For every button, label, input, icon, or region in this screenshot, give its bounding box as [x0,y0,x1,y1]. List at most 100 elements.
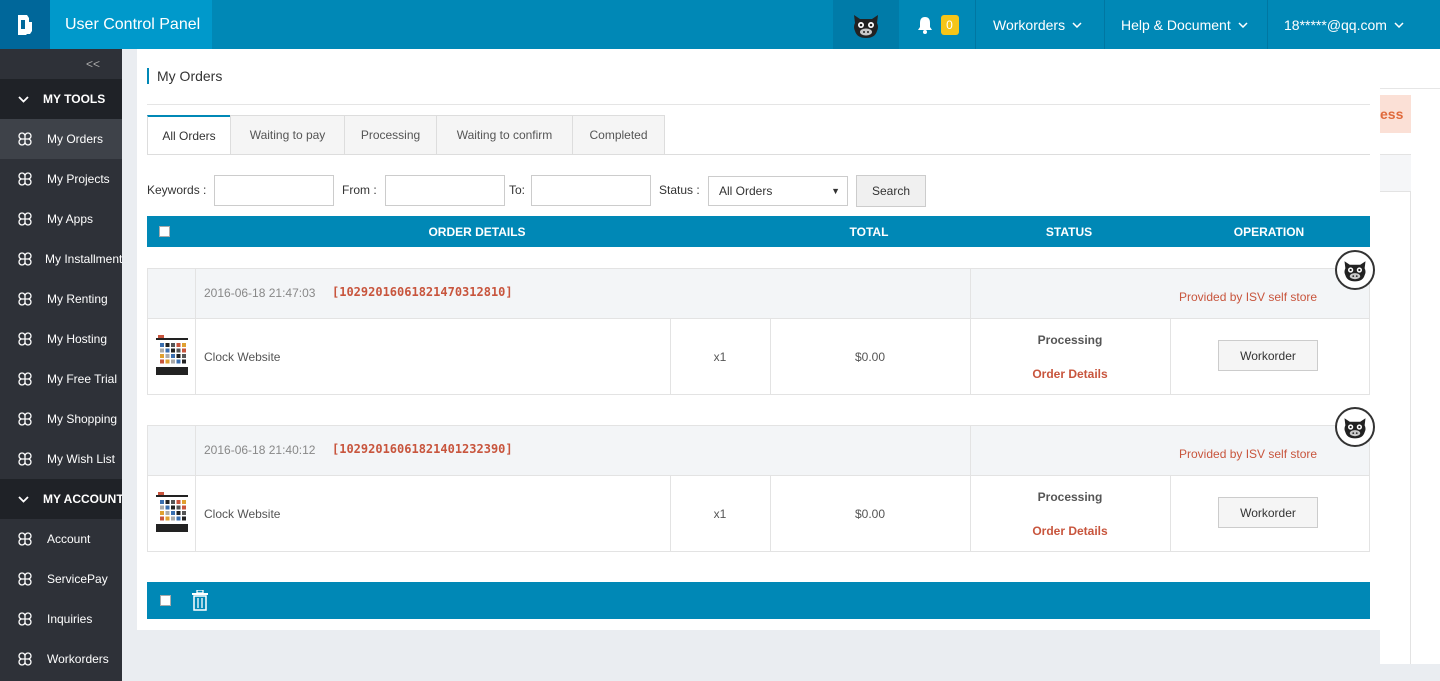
tab-processing[interactable]: Processing [344,115,437,155]
sidebar-section-my-tools[interactable]: MY TOOLS [0,79,122,119]
sidebar-item-label: My Projects [47,172,110,186]
chevron-down-icon [1238,21,1248,28]
order-tabs: All Orders Waiting to pay Processing Wai… [147,115,665,155]
command-icon [18,372,34,386]
to-date-input[interactable] [531,175,651,206]
workorder-button[interactable]: Workorder [1218,340,1318,371]
command-icon [18,572,34,586]
workorders-menu[interactable]: Workorders [977,0,1105,49]
user-menu-label: 18*****@qq.com [1284,16,1387,33]
sidebar-item-my-renting[interactable]: My Renting [0,279,122,319]
to-label: To: [509,183,526,197]
background-badge-text: ess [1380,106,1404,122]
sidebar-item-label: My Renting [47,292,108,306]
sidebar-item-my-orders[interactable]: My Orders [0,119,122,159]
command-icon [18,212,34,226]
order-header: 2016-06-18 21:47:03 [10292016061821470312… [148,250,1375,319]
sidebar-item-label: My Shopping [47,412,118,426]
notifications-button[interactable]: 0 [900,0,976,49]
product-thumbnail[interactable] [156,335,188,378]
from-date-input[interactable] [385,175,505,206]
order-card: 2016-06-18 21:40:12 [10292016061821401232… [147,407,1375,552]
sidebar-item-my-apps[interactable]: My Apps [0,199,122,239]
background-divider [1380,88,1440,89]
sidebar-item-label: Workorders [47,652,109,666]
command-icon [18,612,34,626]
chevron-down-icon [18,492,29,506]
select-all-footer-checkbox[interactable] [160,595,171,606]
orders-panel: My Orders All Orders Waiting to pay Proc… [137,49,1380,630]
workorder-button[interactable]: Workorder [1218,497,1318,528]
from-label: From : [342,183,377,197]
cell-divider [195,476,196,551]
command-icon [18,292,34,306]
help-menu[interactable]: Help & Document [1105,0,1268,49]
product-name[interactable]: Clock Website [204,350,280,364]
search-button[interactable]: Search [856,175,926,207]
trash-icon[interactable] [191,590,209,611]
orders-table-footer [147,582,1370,619]
sidebar-item-label: ServicePay [47,572,108,586]
order-row: Clock Website x1 $0.00 Processing Order Deta… [148,476,1369,551]
sidebar-item-account[interactable]: Account [0,519,122,559]
provider-label: Provided by ISV self store [1179,447,1318,461]
order-row: Clock Website x1 $0.00 Processing Order Deta… [148,319,1369,394]
sidebar-item-my-shopping[interactable]: My Shopping [0,399,122,439]
tab-completed[interactable]: Completed [572,115,665,155]
cell-divider [970,476,971,551]
help-menu-label: Help & Document [1121,16,1231,33]
background-divider [1410,192,1411,664]
cell-divider [970,269,971,319]
app-title[interactable]: User Control Panel [50,0,212,49]
order-status: Processing [1037,490,1103,504]
sidebar-item-label: My Wish List [47,452,116,466]
keywords-input[interactable] [214,175,334,206]
workorders-menu-label: Workorders [993,16,1066,33]
sidebar-item-my-hosting[interactable]: My Hosting [0,319,122,359]
bell-icon [917,16,932,34]
sidebar-item-my-free-trial[interactable]: My Free Trial [0,359,122,399]
column-status: STATUS [1045,224,1093,239]
sidebar-section-my-account[interactable]: MY ACCOUNT [0,479,122,519]
order-details-link[interactable]: Order Details [970,367,1170,381]
product-name[interactable]: Clock Website [204,507,280,521]
logo-icon[interactable] [0,0,50,49]
sidebar-item-label: Inquiries [47,612,93,626]
sidebar-item-label: Account [47,532,91,546]
order-number: [10292016061821470312810] [332,285,513,299]
status-select-value: All Orders [719,184,773,198]
order-header: 2016-06-18 21:40:12 [10292016061821401232… [148,407,1375,476]
cell-divider [1170,476,1171,551]
cell-divider [970,426,971,476]
command-icon [18,652,34,666]
order-date: 2016-06-18 21:40:12 [204,443,316,457]
cell-divider [195,319,196,394]
order-number: [10292016061821401232390] [332,442,513,456]
tab-waiting-to-confirm[interactable]: Waiting to confirm [436,115,573,155]
sidebar-collapse-button[interactable]: << [0,49,122,79]
sidebar-item-my-wish-list[interactable]: My Wish List [0,439,122,479]
status-label: Status : [659,183,700,197]
mascot-icon[interactable] [833,0,899,49]
sidebar-item-my-projects[interactable]: My Projects [0,159,122,199]
order-details-link[interactable]: Order Details [970,524,1170,538]
product-thumbnail[interactable] [156,492,188,535]
isv-mascot-icon [1335,250,1375,290]
sidebar-item-servicepay[interactable]: ServicePay [0,559,122,599]
provider-label: Provided by ISV self store [1179,290,1318,304]
tab-all-orders[interactable]: All Orders [147,115,231,155]
notification-badge: 0 [940,14,959,35]
background-box [1380,154,1411,192]
sidebar-item-my-installment[interactable]: My Installment [0,239,122,279]
tab-waiting-to-pay[interactable]: Waiting to pay [230,115,345,155]
tabs-divider [147,154,1370,155]
user-menu[interactable]: 18*****@qq.com [1268,0,1440,49]
status-select[interactable]: All Orders ▼ [708,176,848,206]
quantity: x1 [713,507,727,521]
quantity: x1 [713,350,727,364]
orders-table-header: ORDER DETAILS TOTAL STATUS OPERATION [147,216,1370,247]
sidebar-item-label: My Free Trial [47,372,118,386]
sidebar-item-workorders[interactable]: Workorders [0,639,122,679]
sidebar-item-inquiries[interactable]: Inquiries [0,599,122,639]
command-icon [18,132,34,146]
